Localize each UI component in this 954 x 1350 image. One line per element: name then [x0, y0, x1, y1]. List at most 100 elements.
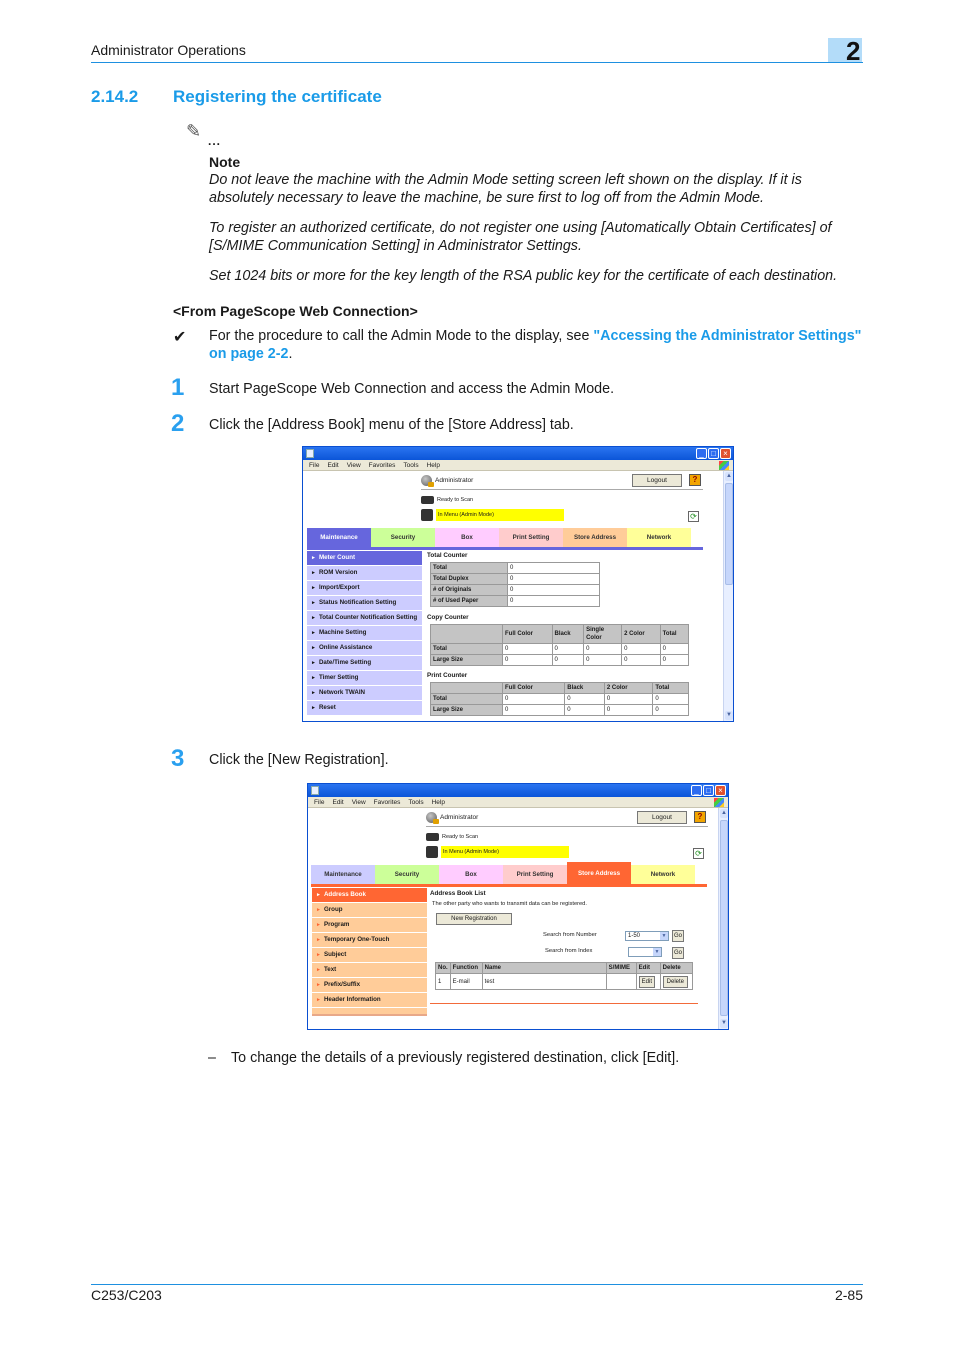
side-item-network-twain[interactable]: ► Network TWAIN	[307, 686, 422, 701]
side-item-date-time[interactable]: ► Date/Time Setting	[307, 656, 422, 671]
prereq-text-after: .	[288, 346, 293, 362]
tab-box[interactable]: Box	[435, 528, 499, 547]
tab-maintenance[interactable]: Maintenance	[311, 865, 375, 884]
side-item-status-notification[interactable]: ► Status Notification Setting	[307, 596, 422, 611]
tab-store-address[interactable]: Store Address	[563, 528, 627, 547]
menu-favorites[interactable]: Favorites	[369, 462, 396, 469]
footer-model: C253/C203	[91, 1287, 162, 1303]
side-item-text[interactable]: ► Text	[312, 963, 427, 978]
side-menu-footer	[312, 1008, 427, 1016]
side-item-label: Header Information	[323, 996, 381, 1003]
screenshot-meter-count: _ □ × File Edit View Favorites Tools Hel…	[302, 446, 734, 722]
refresh-icon[interactable]: ⟳	[693, 848, 704, 859]
logout-button[interactable]: Logout	[632, 474, 682, 487]
tab-network[interactable]: Network	[627, 528, 691, 547]
menu-favorites[interactable]: Favorites	[374, 799, 401, 806]
side-item-online-assistance[interactable]: ► Online Assistance	[307, 641, 422, 656]
close-button[interactable]: ×	[715, 785, 726, 796]
side-item-subject[interactable]: ► Subject	[312, 948, 427, 963]
step-text: Click the [Address Book] menu of the [St…	[209, 417, 574, 433]
search-number-select[interactable]: 1-50 ▼	[625, 931, 669, 941]
tab-box[interactable]: Box	[439, 865, 503, 884]
tab-security[interactable]: Security	[371, 528, 435, 547]
address-book-table: No. Function Name S/MIME Edit Delete 1 E…	[435, 962, 694, 990]
copy-counter-table: Full Color Black Single Color 2 Color To…	[430, 624, 690, 666]
search-index-label: Search from Index	[545, 948, 593, 954]
side-item-group[interactable]: ► Group	[312, 903, 427, 918]
side-item-machine-setting[interactable]: ► Machine Setting	[307, 626, 422, 641]
tab-store-address[interactable]: Store Address	[567, 862, 631, 884]
menu-tools[interactable]: Tools	[408, 799, 423, 806]
maximize-button[interactable]: □	[703, 785, 714, 796]
side-item-timer-setting[interactable]: ► Timer Setting	[307, 671, 422, 686]
status-ready-label: Ready to Scan	[442, 834, 479, 840]
vertical-scrollbar[interactable]: ▲ ▼	[723, 471, 733, 721]
maximize-button[interactable]: □	[708, 448, 719, 459]
go-number-button[interactable]: Go	[672, 930, 684, 942]
minimize-button[interactable]: _	[691, 785, 702, 796]
side-item-prefix-suffix[interactable]: ► Prefix/Suffix	[312, 978, 427, 993]
help-icon[interactable]: ?	[694, 811, 706, 823]
admin-user-icon	[421, 475, 434, 487]
scroll-thumb[interactable]	[725, 483, 733, 585]
side-item-program[interactable]: ► Program	[312, 918, 427, 933]
menu-edit[interactable]: Edit	[327, 462, 338, 469]
row-label: # of Used Paper	[430, 595, 508, 607]
tab-print-setting[interactable]: Print Setting	[499, 528, 563, 547]
vertical-scrollbar[interactable]: ▲ ▼	[718, 808, 728, 1029]
side-item-temporary-one-touch[interactable]: ► Temporary One-Touch	[312, 933, 427, 948]
tab-print-setting[interactable]: Print Setting	[503, 865, 567, 884]
refresh-icon[interactable]: ⟳	[688, 511, 699, 522]
table-row: Total 0	[430, 562, 600, 574]
menu-file[interactable]: File	[314, 799, 324, 806]
menu-edit[interactable]: Edit	[332, 799, 343, 806]
logout-button[interactable]: Logout	[637, 811, 687, 824]
step-text: Start PageScope Web Connection and acces…	[209, 381, 615, 397]
row-value: 0	[507, 573, 600, 585]
scroll-down-icon[interactable]: ▼	[725, 711, 733, 720]
search-index-select[interactable]: ▼	[628, 947, 662, 957]
header-divider	[426, 826, 708, 827]
side-item-address-book[interactable]: ► Address Book	[312, 888, 427, 903]
arrow-icon: ►	[311, 675, 316, 681]
search-number-value: 1-50	[628, 933, 641, 939]
menu-file[interactable]: File	[309, 462, 319, 469]
edit-button[interactable]: Edit	[638, 975, 656, 988]
scroll-down-icon[interactable]: ▼	[720, 1019, 728, 1028]
menu-view[interactable]: View	[347, 462, 361, 469]
tab-underline	[311, 884, 707, 887]
arrow-icon: ►	[311, 660, 316, 666]
tab-security[interactable]: Security	[375, 865, 439, 884]
row-label: Large Size	[430, 654, 503, 666]
minimize-button[interactable]: _	[696, 448, 707, 459]
side-item-import-export[interactable]: ► Import/Export	[307, 581, 422, 596]
tab-network[interactable]: Network	[631, 865, 695, 884]
note-paragraph: To register an authorized certificate, d…	[209, 220, 832, 254]
tab-maintenance[interactable]: Maintenance	[307, 528, 371, 547]
menu-tools[interactable]: Tools	[403, 462, 418, 469]
delete-button[interactable]: Delete	[662, 975, 689, 988]
side-item-meter-count[interactable]: ► Meter Count	[307, 551, 422, 566]
new-registration-button[interactable]: New Registration	[436, 913, 512, 925]
scroll-up-icon[interactable]: ▲	[725, 472, 733, 481]
scroll-up-icon[interactable]: ▲	[720, 809, 728, 818]
cell: 0	[501, 693, 566, 705]
side-item-label: Network TWAIN	[318, 689, 366, 696]
help-icon[interactable]: ?	[689, 474, 701, 486]
side-item-reset[interactable]: ► Reset	[307, 701, 422, 716]
side-item-total-counter-notification[interactable]: ► Total Counter Notification Setting	[307, 611, 422, 626]
table-row: Total Duplex 0	[430, 573, 600, 585]
menu-help[interactable]: Help	[432, 799, 445, 806]
row-label: Total	[430, 693, 503, 705]
menu-view[interactable]: View	[352, 799, 366, 806]
table-row: 1 E-mail test Edit Delete	[435, 973, 694, 990]
menu-help[interactable]: Help	[427, 462, 440, 469]
side-item-header-information[interactable]: ► Header Information	[312, 993, 427, 1008]
row-label: Large Size	[430, 704, 503, 716]
sub-note-text: To change the details of a previously re…	[231, 1050, 680, 1066]
copy-counter-title: Copy Counter	[427, 614, 469, 621]
side-item-rom-version[interactable]: ► ROM Version	[307, 566, 422, 581]
scroll-thumb[interactable]	[720, 820, 728, 1016]
close-button[interactable]: ×	[720, 448, 731, 459]
go-index-button[interactable]: Go	[672, 947, 684, 959]
